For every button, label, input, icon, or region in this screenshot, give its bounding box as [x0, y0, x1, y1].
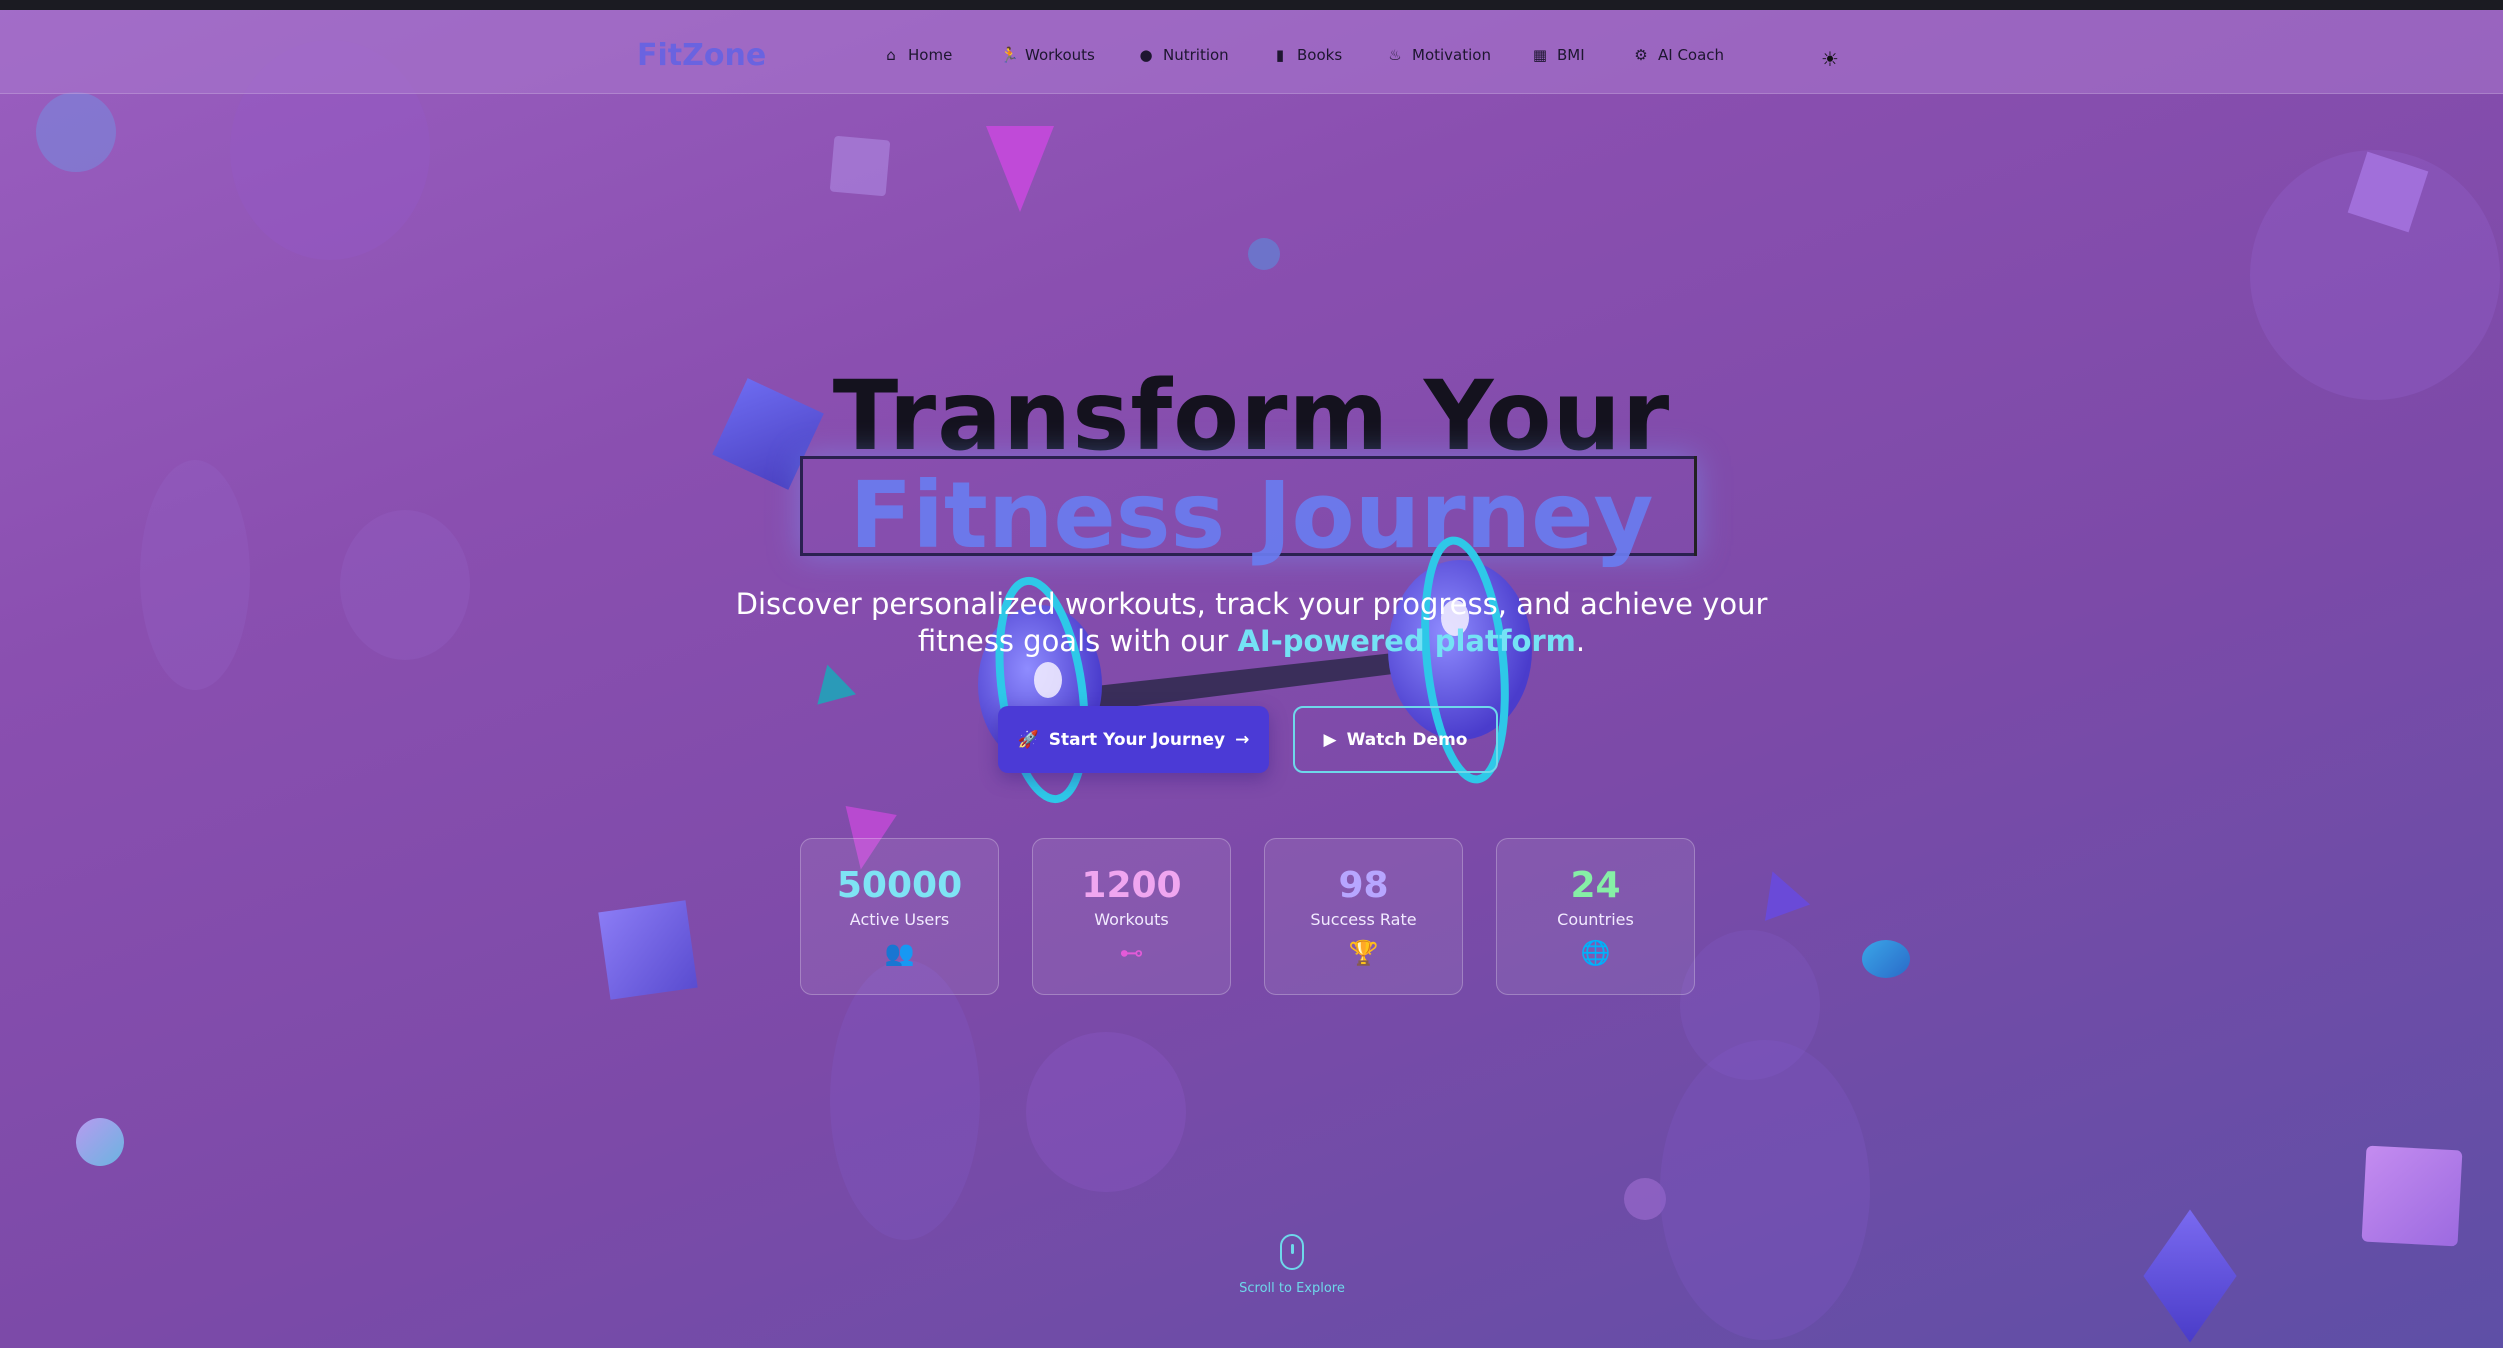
decor-pyramid: [1749, 863, 1811, 921]
nav-item-motivation[interactable]: ♨ Motivation: [1387, 43, 1491, 67]
stat-value: 24: [1570, 865, 1621, 906]
theme-toggle-button[interactable]: ☀: [1819, 47, 1841, 71]
stat-card-workouts: 1200 Workouts ⊷: [1032, 838, 1231, 995]
nav-item-label: Books: [1297, 46, 1343, 64]
stat-card-countries: 24 Countries 🌐: [1496, 838, 1695, 995]
decor-ellipse: [830, 960, 980, 1240]
nav-item-ai-coach[interactable]: ⚙ AI Coach: [1633, 43, 1724, 67]
play-icon: ▶: [1323, 729, 1337, 750]
decor-ellipse: [1660, 1040, 1870, 1340]
hero-subtitle-end: .: [1575, 624, 1586, 658]
stat-card-success-rate: 98 Success Rate 🏆: [1264, 838, 1463, 995]
nav-item-label: Motivation: [1412, 46, 1491, 64]
start-journey-button[interactable]: 🚀 Start Your Journey →: [998, 706, 1269, 773]
nav-item-label: Nutrition: [1163, 46, 1229, 64]
decor-cube: [598, 900, 698, 1000]
decor-circle: [36, 92, 116, 172]
hero-subtitle-text: fitness goals with our: [917, 624, 1229, 658]
nav-item-label: BMI: [1557, 46, 1585, 64]
nav-item-bmi[interactable]: ▦ BMI: [1532, 43, 1585, 67]
mouse-scroll-icon[interactable]: [1280, 1234, 1304, 1270]
start-journey-label: Start Your Journey: [1048, 729, 1226, 750]
nav-item-workouts[interactable]: 🏃 Workouts: [1000, 43, 1095, 67]
hero-subtitle-line2: fitness goals with our AI-powered platfo…: [0, 623, 2503, 660]
watch-demo-label: Watch Demo: [1346, 729, 1468, 750]
nav-item-nutrition[interactable]: ● Nutrition: [1138, 43, 1229, 67]
stat-label: Workouts: [1094, 910, 1169, 929]
fire-icon: ♨: [1388, 46, 1402, 64]
mouse-wheel: [1291, 1244, 1294, 1254]
decor-pyramid: [808, 659, 856, 705]
watch-demo-button[interactable]: ▶ Watch Demo: [1293, 706, 1498, 773]
scroll-hint-label[interactable]: Scroll to Explore: [1192, 1281, 1392, 1296]
arrow-right-icon: →: [1235, 729, 1250, 750]
users-icon: 👥: [884, 939, 915, 967]
calculator-icon: ▦: [1532, 46, 1548, 64]
book-icon: ▮: [1275, 46, 1285, 64]
decor-circle: [1862, 940, 1910, 978]
trophy-icon: 🏆: [1348, 939, 1379, 967]
brand-logo[interactable]: FitZone: [637, 38, 766, 73]
rocket-icon: 🚀: [1017, 729, 1039, 750]
nav-item-label: AI Coach: [1658, 46, 1725, 64]
home-icon: ⌂: [886, 46, 896, 64]
nav-item-label: Workouts: [1025, 46, 1095, 64]
stat-value: 1200: [1081, 865, 1182, 906]
nav-item-home[interactable]: ⌂ Home: [883, 43, 952, 67]
stat-label: Countries: [1557, 910, 1634, 929]
hero-subtitle-line1: Discover personalized workouts, track yo…: [735, 587, 1768, 621]
stat-card-users: 50000 Active Users 👥: [800, 838, 999, 995]
sun-icon: ☀: [1821, 47, 1839, 71]
browser-top-strip: [0, 0, 2503, 10]
decor-cube: [829, 135, 891, 197]
decor-circle: [1248, 238, 1280, 270]
decor-circle: [1026, 1032, 1186, 1192]
decor-gem: [986, 126, 1054, 212]
robot-icon: ⚙: [1634, 46, 1648, 64]
globe-icon: 🌐: [1580, 939, 1611, 967]
decor-cube: [2361, 1145, 2463, 1247]
stat-label: Success Rate: [1310, 910, 1417, 929]
stat-value: 50000: [836, 865, 963, 906]
dumbbell-icon: ⊷: [1119, 939, 1144, 967]
apple-icon: ●: [1139, 46, 1153, 64]
stat-label: Active Users: [849, 910, 950, 929]
decor-diamond: [2143, 1209, 2237, 1343]
hero-subtitle: Discover personalized workouts, track yo…: [0, 586, 2503, 660]
nav-item-label: Home: [908, 46, 953, 64]
running-icon: 🏃: [1000, 46, 1019, 64]
hero-subtitle-highlight: AI-powered platform: [1237, 624, 1576, 658]
stat-value: 98: [1338, 865, 1389, 906]
decor-circle: [76, 1118, 124, 1166]
top-navbar: FitZone ⌂ Home 🏃 Workouts ● Nutrition ▮ …: [0, 10, 2503, 94]
nav-item-books[interactable]: ▮ Books: [1272, 43, 1342, 67]
dumbbell-illustration: [978, 536, 1532, 804]
